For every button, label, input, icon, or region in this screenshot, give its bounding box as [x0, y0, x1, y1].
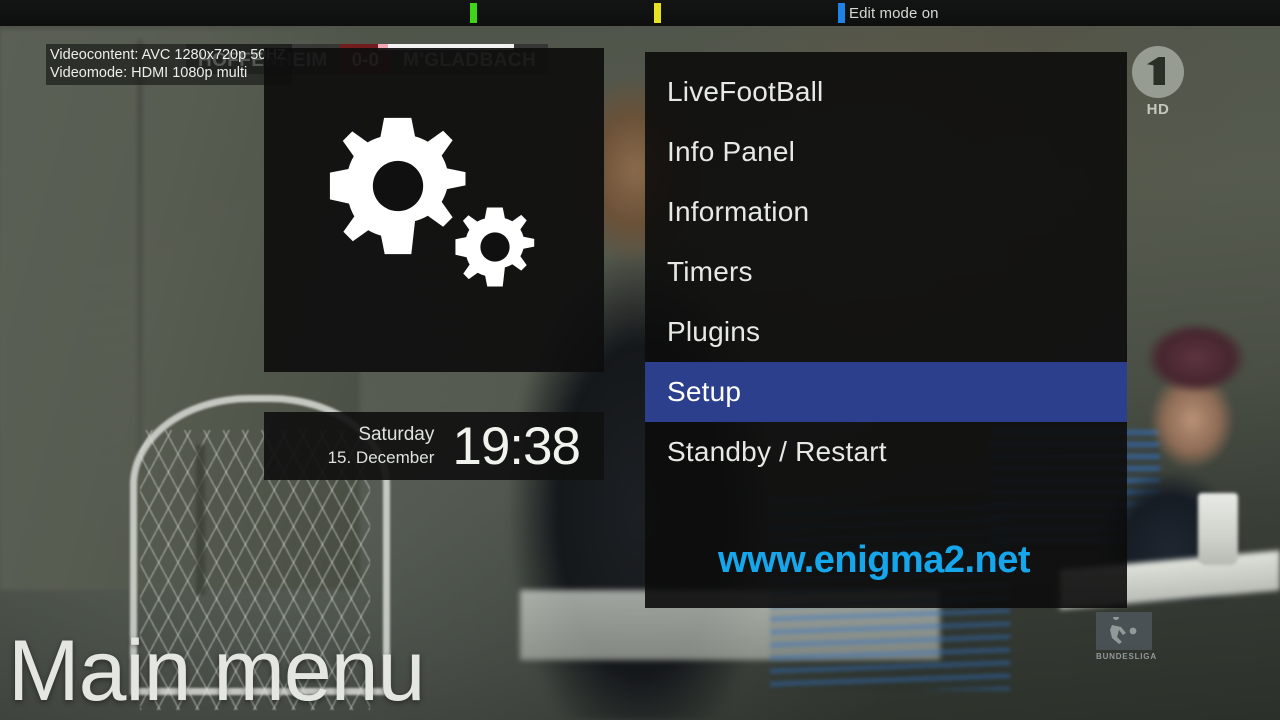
- green-button-icon[interactable]: [470, 3, 477, 23]
- background-coffee-cup: [1198, 493, 1238, 565]
- main-menu-panel: LiveFootBall Info Panel Information Timers P…: [645, 52, 1127, 608]
- videomode-line: Videomode: HDMI 1080p multi: [50, 65, 248, 81]
- bundesliga-label: BUNDESLIGA: [1096, 652, 1157, 661]
- clock-date-block: Saturday 15. December: [328, 423, 435, 469]
- website-link[interactable]: www.enigma2.net: [645, 539, 1127, 582]
- edit-mode-status: Edit mode on: [849, 4, 939, 22]
- background-post: [196, 445, 205, 595]
- color-button-bar: Edit mode on: [0, 0, 1280, 26]
- menu-item-livefootball[interactable]: LiveFootBall: [645, 62, 1127, 122]
- clock-weekday: Saturday: [358, 424, 435, 445]
- menu-item-label: Plugins: [667, 316, 761, 347]
- yellow-button-icon[interactable]: [654, 3, 661, 23]
- menu-item-standby-restart[interactable]: Standby / Restart: [645, 422, 1127, 482]
- channel-logo: HD: [1130, 46, 1186, 118]
- blue-button-icon[interactable]: [838, 3, 845, 23]
- menu-item-label: Information: [667, 196, 810, 227]
- menu-item-label: Standby / Restart: [667, 436, 887, 467]
- videocontent-line: Videocontent: AVC 1280x720p 50HZ: [50, 47, 286, 63]
- tv-screen: HOFFENHEIM 0-0 M'GLADBACH HD BUNDESLIGA …: [0, 0, 1280, 720]
- menu-item-label: Timers: [667, 256, 753, 287]
- menu-item-label: Setup: [667, 376, 742, 407]
- menu-item-information[interactable]: Information: [645, 182, 1127, 242]
- clock-date: 15. December: [327, 448, 435, 467]
- menu-item-timers[interactable]: Timers: [645, 242, 1127, 302]
- das-erste-logo-icon: [1132, 46, 1184, 98]
- background-wall-seam: [138, 40, 142, 470]
- page-title: Main menu: [8, 623, 425, 719]
- bundesliga-logo-icon: [1096, 612, 1152, 650]
- clock-time: 19:38: [452, 416, 581, 476]
- gears-icon: [324, 117, 544, 300]
- bundesliga-watermark: BUNDESLIGA: [1096, 612, 1157, 661]
- main-menu-list: LiveFootBall Info Panel Information Timers P…: [645, 62, 1127, 482]
- logo-numeral-one: [1147, 57, 1165, 85]
- clock-panel: Saturday 15. December 19:38: [264, 412, 604, 480]
- menu-icon-panel: [264, 48, 604, 372]
- menu-item-info-panel[interactable]: Info Panel: [645, 122, 1127, 182]
- menu-item-setup[interactable]: Setup: [645, 362, 1127, 422]
- menu-item-label: LiveFootBall: [667, 76, 824, 107]
- video-info-overlay: Videocontent: AVC 1280x720p 50HZ Videomo…: [46, 44, 292, 85]
- menu-item-label: Info Panel: [667, 136, 796, 167]
- menu-item-plugins[interactable]: Plugins: [645, 302, 1127, 362]
- channel-quality-label: HD: [1146, 101, 1170, 118]
